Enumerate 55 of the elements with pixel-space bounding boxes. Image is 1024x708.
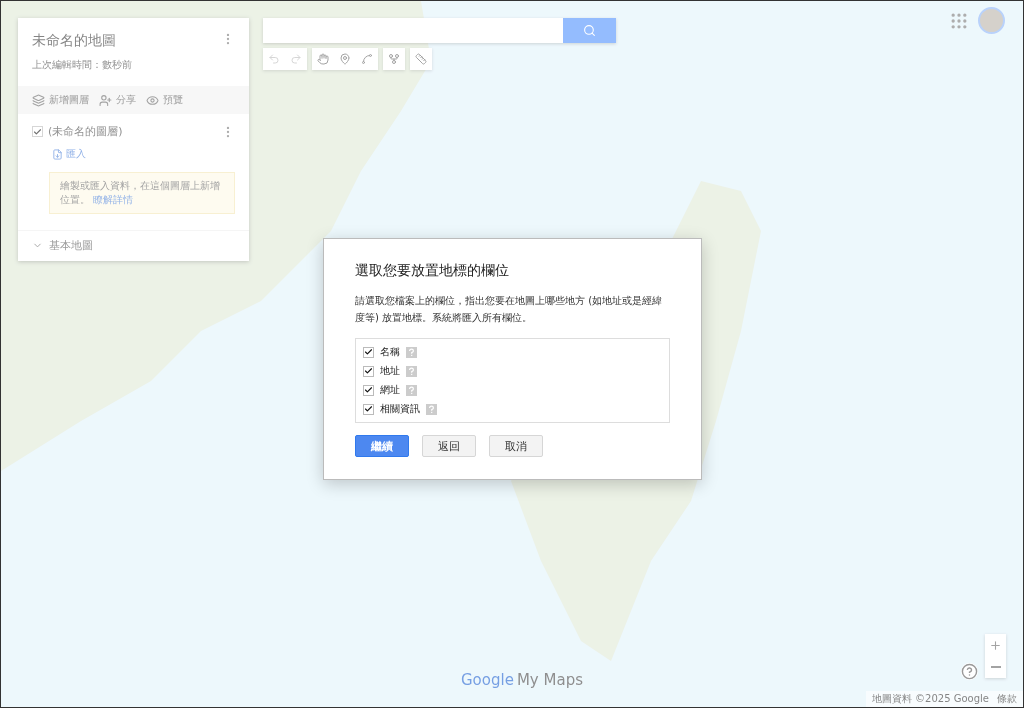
route-icon [388, 53, 400, 65]
field-label: 名稱 [380, 345, 400, 359]
help-icon[interactable] [406, 365, 417, 377]
action-button[interactable]: 預覽 [146, 93, 183, 107]
map-title: 未命名的地圖 [32, 32, 117, 50]
line-icon [361, 53, 373, 65]
search-icon [583, 24, 596, 37]
field-label: 地址 [380, 364, 400, 378]
measure-tool-button[interactable] [410, 48, 432, 70]
route-tool-button[interactable] [383, 48, 405, 70]
dialog-description: 請選取您檔案上的欄位，指出您要在地圖上哪些地方 (如地址或是經緯度等) 放置地標。系統將匯入所有欄位。 [355, 294, 664, 325]
help-icon[interactable] [406, 384, 417, 396]
base-map-toggle[interactable]: 基本地圖 [18, 230, 249, 261]
hand-icon [317, 53, 329, 65]
dialog-button[interactable]: 繼續 [355, 435, 409, 457]
action-button[interactable]: 新增圖層 [32, 93, 89, 107]
file-import-icon [52, 148, 63, 160]
marker-icon [339, 53, 351, 65]
hint-text: 繪製或匯入資料，在這個圖層上新增位置。 瞭解詳情 [49, 171, 235, 214]
import-link[interactable]: 匯入 [52, 147, 86, 161]
search-button[interactable] [563, 18, 616, 43]
zoom-in-button[interactable] [985, 634, 1006, 656]
help-icon[interactable] [426, 403, 437, 415]
field-checkbox[interactable] [363, 384, 374, 396]
terms-link[interactable]: 條款 [997, 692, 1017, 706]
dialog-title: 選取您要放置地標的欄位 [355, 262, 510, 280]
minus-icon [990, 666, 1001, 668]
hand-tool-button[interactable] [312, 48, 334, 70]
learn-more-link[interactable]: 瞭解詳情 [93, 193, 134, 205]
layers-icon [32, 93, 45, 107]
help-icon[interactable] [406, 346, 417, 358]
dialog-button[interactable]: 取消 [489, 435, 543, 457]
undo-icon [268, 53, 280, 65]
last-edited-text: 上次編輯時間：數秒前 [32, 58, 132, 72]
logo-product: My Maps [516, 671, 583, 689]
preview-icon [146, 93, 159, 107]
map-attribution: 地圖資料 ©2025 Google [871, 692, 989, 706]
line-tool-button[interactable] [356, 48, 378, 70]
field-checkbox[interactable] [363, 365, 374, 377]
avatar-circle[interactable] [978, 7, 1005, 34]
redo-icon [290, 53, 302, 65]
search-field[interactable] [263, 18, 563, 43]
measure-icon [415, 53, 427, 65]
field-label: 相關資訊 [380, 402, 420, 416]
plus-icon [989, 638, 1002, 652]
layer-name: (未命名的圖層) [48, 124, 124, 139]
dialog-button[interactable]: 返回 [422, 435, 476, 457]
zoom-out-button[interactable] [985, 656, 1006, 678]
action-button[interactable]: 分享 [99, 93, 136, 107]
field-checkbox[interactable] [363, 346, 374, 358]
layer-checkbox[interactable] [32, 126, 43, 137]
logo-brand: Google [461, 671, 514, 689]
field-checkbox[interactable] [363, 403, 374, 415]
share-icon [99, 93, 112, 107]
field-label: 網址 [380, 383, 400, 397]
